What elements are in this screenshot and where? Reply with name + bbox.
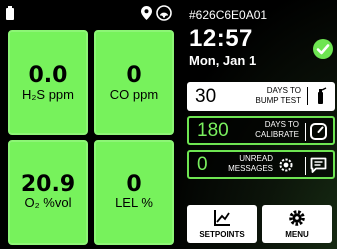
- divider: [307, 87, 308, 105]
- messages-card[interactable]: 0 UNREAD MESSAGES: [187, 150, 335, 179]
- wireless-signal-icon: [156, 5, 172, 21]
- gear-icon: [289, 210, 305, 226]
- h2s-reading-tile[interactable]: 0.0 H₂S ppm: [8, 30, 88, 135]
- calibrate-days-value: 180: [197, 120, 229, 141]
- bump-caption-line1: DAYS TO: [266, 86, 301, 95]
- clock-date: Mon, Jan 1: [189, 53, 257, 68]
- lel-unit-label: LEL %: [115, 195, 153, 210]
- messages-caption-line1: UNREAD: [239, 154, 273, 163]
- h2s-value: 0.0: [28, 63, 68, 88]
- calibrate-card[interactable]: 180 DAYS TO CALIBRATE: [187, 116, 335, 145]
- setpoints-button[interactable]: SETPOINTS: [187, 205, 257, 243]
- bump-caption-line2: BUMP TEST: [255, 96, 302, 105]
- checkmark-circle-icon: [313, 39, 333, 59]
- location-pin-icon: [141, 6, 152, 20]
- message-icon: [310, 157, 327, 173]
- bump-test-card[interactable]: 30 DAYS TO BUMP TEST: [187, 82, 335, 111]
- serial-number: #626C6E0A01: [189, 8, 268, 22]
- menu-button[interactable]: MENU: [262, 205, 332, 243]
- calibrate-caption-line2: CALIBRATE: [255, 130, 299, 139]
- calibrate-caption-line1: DAYS TO: [264, 120, 299, 129]
- chart-icon: [214, 210, 230, 226]
- messages-count-value: 0: [197, 154, 208, 175]
- menu-label: MENU: [285, 230, 309, 239]
- clock-time: 12:57: [189, 25, 253, 52]
- co-unit-label: CO ppm: [109, 87, 159, 102]
- gas-bottle-icon: [318, 87, 327, 104]
- o2-unit-label: O₂ %vol: [24, 195, 72, 210]
- calibrate-caption: DAYS TO CALIBRATE: [255, 120, 299, 140]
- setpoints-label: SETPOINTS: [199, 230, 245, 239]
- bump-caption: DAYS TO BUMP TEST: [256, 86, 302, 106]
- co-reading-tile[interactable]: 0 CO ppm: [94, 30, 174, 135]
- co-value: 0: [126, 63, 142, 88]
- status-bar: [0, 0, 177, 26]
- lel-reading-tile[interactable]: 0 LEL %: [94, 140, 174, 245]
- gauge-icon: [310, 123, 327, 140]
- device-info-panel: #626C6E0A01 12:57 Mon, Jan 1 30 DAYS TO …: [180, 0, 337, 249]
- lel-value: 0: [126, 172, 142, 197]
- bump-days-value: 30: [195, 86, 217, 107]
- o2-value: 20.9: [20, 172, 76, 197]
- gear-icon: [279, 158, 293, 172]
- messages-caption-line2: MESSAGES: [228, 164, 273, 173]
- o2-reading-tile[interactable]: 20.9 O₂ %vol: [8, 140, 88, 245]
- divider: [305, 157, 306, 175]
- divider: [305, 123, 306, 141]
- messages-caption: UNREAD MESSAGES: [228, 154, 273, 174]
- battery-icon: [6, 6, 14, 20]
- gas-readings-panel: 0.0 H₂S ppm 0 CO ppm 20.9 O₂ %vol 0 LEL …: [0, 0, 177, 249]
- h2s-unit-label: H₂S ppm: [21, 87, 74, 102]
